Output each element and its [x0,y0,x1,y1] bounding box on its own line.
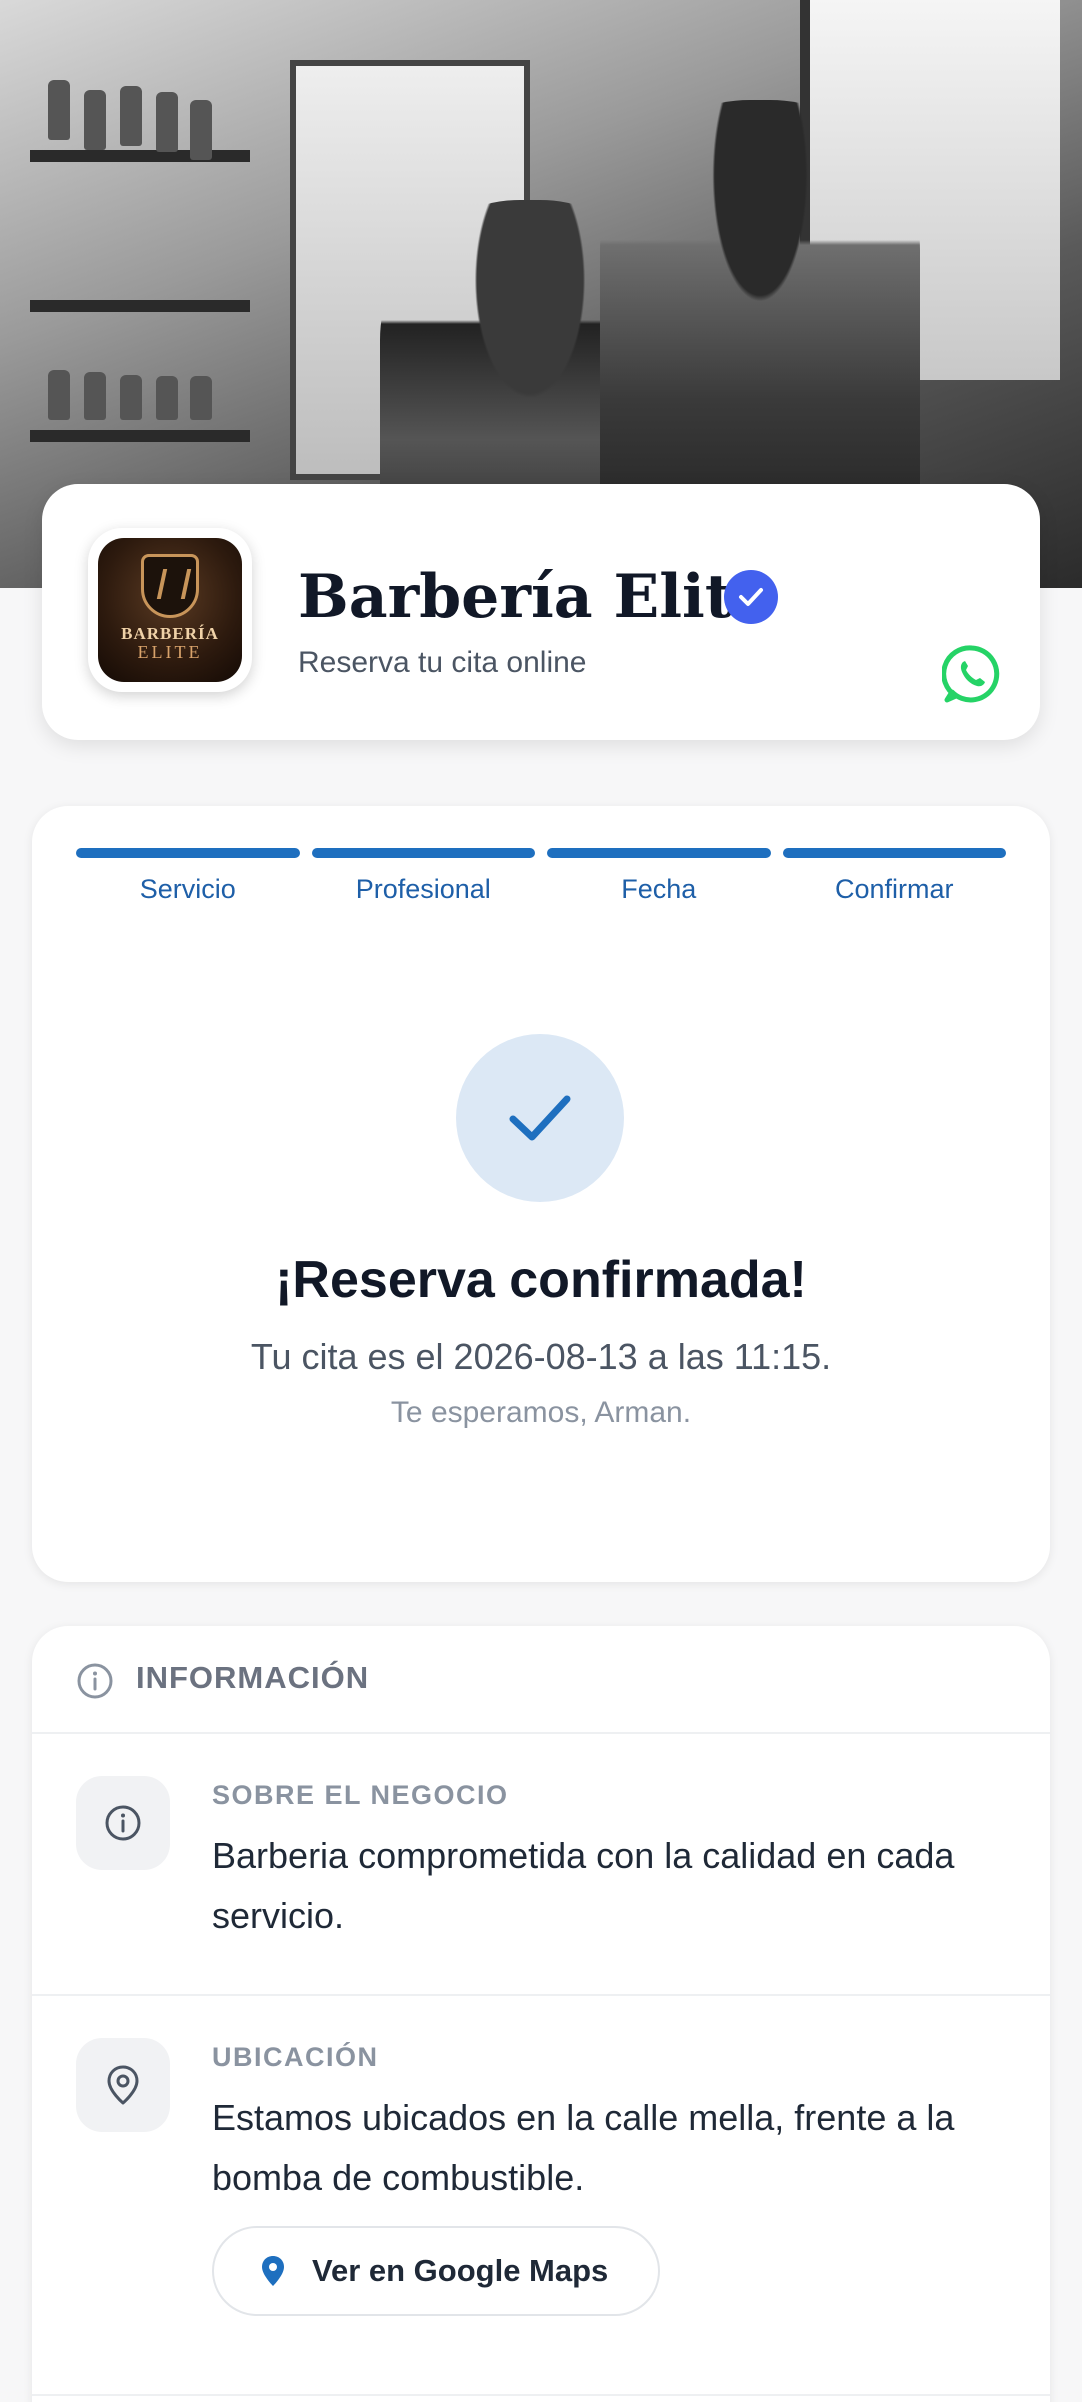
verified-badge-icon [724,570,778,624]
step-label: Confirmar [834,874,954,904]
info-card: INFORMACIÓN SOBRE EL NEGOCIO Barberia co… [32,1626,1050,2402]
business-header-card: BARBERÍA ELITE Barbería Elite Reserva tu… [42,484,1040,740]
location-text: Estamos ubicados en la calle mella, fren… [212,2097,955,2198]
business-subtitle: Reserva tu cita online [298,646,587,679]
business-logo: BARBERÍA ELITE [88,528,252,692]
success-check-icon [456,1034,624,1202]
hero-bottle [156,376,178,420]
info-header: INFORMACIÓN [32,1626,1050,1734]
hero-bottle [190,376,212,420]
booking-card: Servicio Profesional Fecha Confirmar ¡Re… [32,806,1050,1582]
hero-bottle [120,375,142,420]
logo-text-line2: ELITE [137,642,203,662]
whatsapp-icon[interactable] [941,644,1002,704]
info-title: INFORMACIÓN [136,1660,370,1695]
location-pin-icon [107,2065,139,2105]
hero-bottle [156,92,178,152]
hero-bottle [84,372,106,420]
about-label: SOBRE EL NEGOCIO [212,1780,509,1810]
confirmation-greeting: Te esperamos, Arman. [390,1396,692,1429]
step-confirmar[interactable]: Confirmar [782,848,1006,908]
step-fecha[interactable]: Fecha [547,848,771,908]
location-icon-box [76,2038,170,2132]
hero-bottle [48,370,70,420]
google-maps-button[interactable]: Ver en Google Maps [212,2226,660,2316]
info-icon [77,1663,113,1699]
step-bar [311,848,535,858]
about-text: Barberia comprometida con la calidad en … [212,1835,955,1936]
about-icon-box [76,1776,170,1870]
confirmation-title: ¡Reserva confirmada! [275,1251,807,1309]
hero-bottle [48,80,70,140]
logo-text-line1: BARBERÍA [121,624,219,643]
step-bar [547,848,771,858]
maps-button-label: Ver en Google Maps [312,2253,609,2288]
step-servicio[interactable]: Servicio [76,848,300,908]
hero-bottle [120,86,142,146]
confirmation-detail: Tu cita es el 2026-08-13 a las 11:15. [250,1336,832,1377]
map-pin-icon [262,2256,284,2286]
hero-shelf [30,300,250,312]
hero-bottle [190,100,212,160]
step-bar [782,848,1006,858]
step-label: Servicio [139,874,236,904]
hero-shelf [30,430,250,442]
location-section: UBICACIÓN Estamos ubicados en la calle m… [32,1996,1050,2396]
hero-shelf [30,150,250,162]
step-label: Profesional [355,874,491,904]
crest-icon [141,554,199,618]
step-bar [76,848,300,858]
hero-bottle [84,90,106,150]
business-name: Barbería Elite [298,562,771,632]
logo-image: BARBERÍA ELITE [98,538,242,682]
about-section: SOBRE EL NEGOCIO Barberia comprometida c… [32,1734,1050,1996]
step-label: Fecha [621,874,697,904]
booking-stepper: Servicio Profesional Fecha Confirmar [76,848,1006,908]
location-label: UBICACIÓN [212,2042,379,2072]
step-profesional[interactable]: Profesional [311,848,535,908]
info-icon [105,1805,141,1841]
